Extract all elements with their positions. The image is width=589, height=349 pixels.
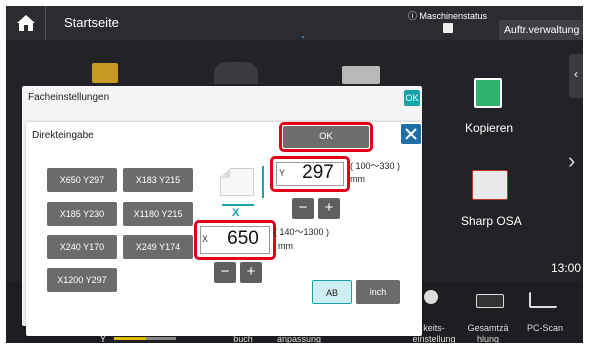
page-indicator-dot bbox=[302, 36, 304, 38]
folder-icon[interactable] bbox=[92, 63, 118, 83]
document-icon[interactable] bbox=[342, 66, 380, 84]
brightness-icon[interactable] bbox=[424, 290, 438, 304]
top-bar: Startseite ⓘ Maschinenstatus Auftr.verwa… bbox=[6, 6, 583, 40]
preset-button[interactable]: X1200 Y297 bbox=[47, 268, 117, 292]
shortcut-label[interactable]: PC-Scan bbox=[520, 323, 570, 334]
toner-level-bar bbox=[114, 337, 146, 340]
preset-button[interactable]: X183 Y215 bbox=[123, 168, 193, 192]
sharp-osa-icon[interactable] bbox=[472, 170, 508, 200]
job-status-button[interactable]: Auftr.verwaltung bbox=[499, 20, 583, 40]
paper-corner bbox=[220, 168, 230, 178]
x-increment-button[interactable]: + bbox=[240, 262, 262, 283]
clock: 13:00 bbox=[551, 261, 582, 275]
chevron-right-icon[interactable]: › bbox=[568, 148, 575, 174]
close-icon bbox=[405, 128, 417, 140]
y-prefix: Y bbox=[279, 168, 286, 178]
screen: Startseite ⓘ Maschinenstatus Auftr.verwa… bbox=[6, 6, 583, 343]
side-panel-tab[interactable]: ‹ bbox=[569, 54, 583, 98]
y-unit: mm bbox=[350, 174, 365, 184]
printer-status-icon bbox=[443, 23, 453, 33]
unit-inch-button[interactable]: inch bbox=[356, 280, 400, 304]
x-unit: mm bbox=[278, 241, 293, 251]
preset-button[interactable]: X650 Y297 bbox=[47, 168, 117, 192]
preset-button[interactable]: X185 Y230 bbox=[47, 202, 117, 226]
y-value: 297 bbox=[302, 162, 334, 183]
sharp-osa-tile-label[interactable]: Sharp OSA bbox=[461, 214, 522, 228]
preset-button[interactable]: X249 Y174 bbox=[123, 235, 193, 259]
width-arrow-icon bbox=[222, 204, 254, 206]
y-increment-button[interactable]: + bbox=[318, 198, 340, 219]
y-range: ( 100～330 ) bbox=[350, 161, 401, 171]
dialog-title: Direkteingabe bbox=[32, 130, 94, 141]
page-title: Startseite bbox=[64, 15, 119, 30]
machine-status-button[interactable]: ⓘ Maschinenstatus bbox=[408, 9, 487, 22]
scanner-icon[interactable] bbox=[214, 62, 258, 84]
x-decrement-button[interactable]: − bbox=[214, 262, 236, 283]
dialog-title: Facheinstellungen bbox=[28, 92, 110, 103]
counter-icon[interactable] bbox=[476, 294, 504, 308]
ok-button[interactable]: OK bbox=[283, 126, 369, 148]
x-prefix: X bbox=[202, 234, 209, 244]
x-range: ( 140～1300 ) bbox=[274, 227, 330, 237]
preset-button[interactable]: X1180 Y215 bbox=[123, 202, 193, 226]
shortcut-label[interactable]: Gesamtzä hlung bbox=[466, 323, 510, 343]
unit-ab-button[interactable]: AB bbox=[312, 280, 352, 304]
home-icon[interactable] bbox=[16, 14, 36, 32]
copy-tile-label[interactable]: Kopieren bbox=[465, 121, 513, 135]
preset-button[interactable]: X240 Y170 bbox=[47, 235, 117, 259]
pc-scan-icon[interactable] bbox=[529, 292, 557, 308]
height-arrow-icon bbox=[262, 166, 264, 198]
x-value: 650 bbox=[227, 228, 259, 249]
divider bbox=[45, 6, 46, 40]
toner-level-track bbox=[146, 337, 176, 340]
direct-input-dialog: Direkteingabe OK X650 Y297 X183 Y215 X18… bbox=[26, 122, 422, 336]
y-decrement-button[interactable]: − bbox=[292, 198, 314, 219]
tray-ok-button[interactable]: OK bbox=[404, 90, 420, 106]
copy-icon[interactable] bbox=[474, 78, 502, 108]
x-axis-label: X bbox=[232, 207, 240, 219]
close-button[interactable] bbox=[401, 124, 421, 144]
